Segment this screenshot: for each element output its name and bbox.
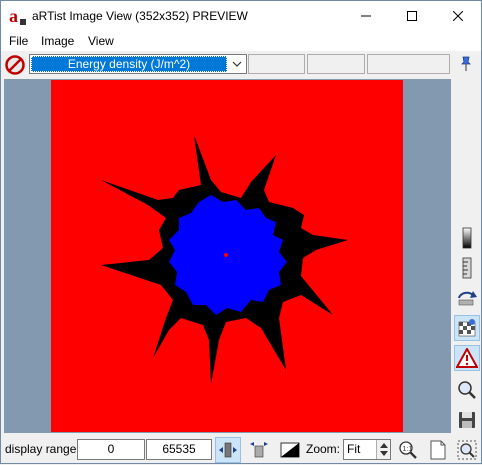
close-icon <box>453 11 463 21</box>
ruler-button[interactable] <box>454 255 480 281</box>
rendered-image[interactable] <box>51 80 403 432</box>
zoom-spinner[interactable] <box>376 440 390 459</box>
menu-view[interactable]: View <box>88 34 114 48</box>
svg-text:a: a <box>9 6 18 26</box>
menu-image[interactable]: Image <box>41 34 74 48</box>
invert-button[interactable] <box>277 437 303 463</box>
center-marker <box>224 253 228 257</box>
menu-file[interactable]: File <box>9 34 28 48</box>
zoom-select[interactable]: Fit <box>343 439 391 460</box>
minimize-icon <box>361 15 371 17</box>
auto-range-button[interactable] <box>215 437 241 463</box>
window-title: aRTist Image View (352x352) PREVIEW <box>32 9 248 23</box>
quantity-select[interactable]: Energy density (J/m^2) <box>29 54 247 74</box>
energy-density-image <box>51 80 403 432</box>
colormap-gray-button[interactable] <box>454 225 480 251</box>
toolbar-field-1 <box>248 54 305 74</box>
maximize-button[interactable] <box>389 1 435 31</box>
ruler-icon <box>462 257 472 279</box>
pin-icon[interactable] <box>457 55 475 73</box>
flip-arrow-icon <box>458 291 477 306</box>
quantity-select-value: Energy density (J/m^2) <box>31 56 227 72</box>
no-entry-icon[interactable] <box>5 55 25 75</box>
maximize-icon <box>407 11 417 21</box>
warning-button[interactable] <box>454 345 480 371</box>
expand-range-button[interactable] <box>246 437 272 463</box>
minimize-button[interactable] <box>343 1 389 31</box>
auto-range-icon <box>219 442 237 458</box>
zoom-fit-button[interactable] <box>454 437 480 463</box>
page-button[interactable] <box>425 437 451 463</box>
page-icon <box>430 440 446 460</box>
save-button[interactable] <box>454 407 480 433</box>
zoom-fit-icon <box>457 440 477 460</box>
toolbar-field-2 <box>307 54 365 74</box>
image-viewport[interactable] <box>4 79 451 433</box>
gradient-bar-icon <box>462 227 472 249</box>
invert-icon <box>280 442 300 458</box>
display-range-label: display range <box>5 442 77 456</box>
range-min-field[interactable]: 0 <box>77 439 145 460</box>
expand-range-icon <box>250 442 268 458</box>
flip-button[interactable] <box>454 285 480 311</box>
spinner-arrows-icon <box>380 443 388 456</box>
magnify-button[interactable] <box>454 377 480 403</box>
warning-icon <box>456 348 478 368</box>
toolbar: Energy density (J/m^2) <box>1 51 481 77</box>
range-max-field[interactable]: 65535 <box>146 439 212 460</box>
title-bar: a aRTist Image View (352x352) PREVIEW <box>1 1 481 31</box>
toolbar-field-3 <box>367 54 450 74</box>
menu-bar: File Image View <box>1 31 481 51</box>
bottom-bar: display range 0 65535 Zoom: Fit 1:1 <box>1 435 481 463</box>
zoom-label: Zoom: <box>306 442 341 456</box>
checkerboard-button[interactable] <box>454 315 480 341</box>
artist-app-icon: a <box>9 6 26 26</box>
chevron-down-icon[interactable] <box>228 55 246 73</box>
zoom-one-to-one-icon: 1:1 <box>399 441 417 459</box>
save-icon <box>459 412 475 428</box>
magnifier-icon <box>458 381 476 399</box>
svg-text:1:1: 1:1 <box>403 446 413 453</box>
app-window: a aRTist Image View (352x352) PREVIEW Fi… <box>0 0 482 464</box>
close-button[interactable] <box>435 1 481 31</box>
checkerboard-icon <box>458 319 476 337</box>
zoom-value: Fit <box>347 442 361 456</box>
zoom-actual-button[interactable]: 1:1 <box>395 437 421 463</box>
